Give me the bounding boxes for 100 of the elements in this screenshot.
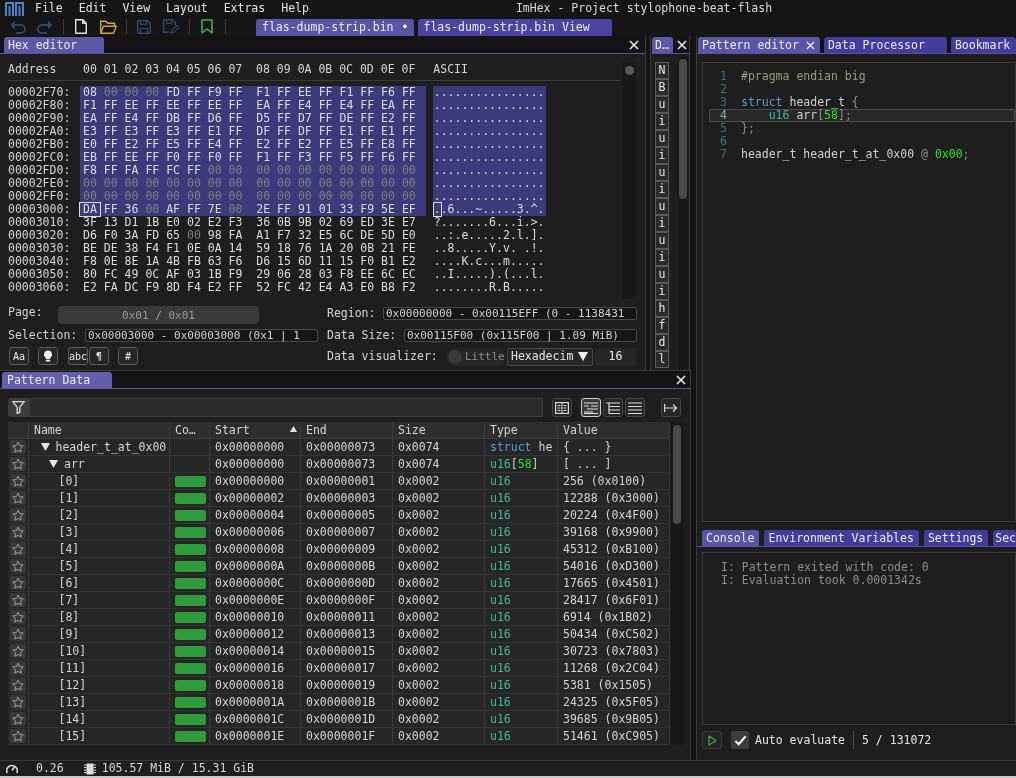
star-icon[interactable] xyxy=(10,661,26,675)
close-icon[interactable] xyxy=(629,39,639,50)
letter-button[interactable]: i xyxy=(655,181,669,198)
folder-icon[interactable] xyxy=(99,19,117,34)
bookmark-icon[interactable] xyxy=(201,19,213,34)
search-field[interactable] xyxy=(29,398,543,417)
toggle-button[interactable]: Aa xyxy=(9,347,29,365)
caret-down-icon[interactable] xyxy=(49,460,58,468)
letter-button[interactable]: u xyxy=(655,232,669,249)
letter-button[interactable]: h xyxy=(655,300,669,317)
star-icon[interactable] xyxy=(10,542,26,556)
letter-button[interactable]: N xyxy=(655,62,669,79)
tab[interactable]: Settings xyxy=(923,530,989,546)
endianness-toggle[interactable]: Little xyxy=(446,347,506,366)
name-text: arr xyxy=(64,457,85,471)
tab[interactable]: Console xyxy=(702,530,760,546)
star-icon[interactable] xyxy=(10,627,26,641)
scroll-thumb[interactable] xyxy=(624,66,634,75)
format-dropdown[interactable]: Hexadecim xyxy=(507,347,593,366)
letter-button[interactable]: u xyxy=(655,198,669,215)
tab[interactable]: Environment Variables xyxy=(764,530,919,546)
hint-button[interactable] xyxy=(38,347,58,365)
letter-button[interactable]: u xyxy=(655,164,669,181)
menu-item[interactable]: View xyxy=(114,2,159,15)
panel-tab[interactable]: Hex editor xyxy=(4,37,104,53)
view-button[interactable] xyxy=(552,398,572,417)
view-button[interactable] xyxy=(603,398,623,417)
tab[interactable]: Sec xyxy=(993,530,1016,546)
star-icon[interactable] xyxy=(10,644,26,658)
file-tab[interactable]: flas-dump-strip.bin View xyxy=(417,19,612,36)
region-field[interactable]: 0x00000000 - 0x00115EFF (0 - 1138431 xyxy=(383,307,637,320)
letter-button[interactable]: u xyxy=(655,96,669,113)
menu-item[interactable]: Layout xyxy=(158,2,216,15)
data-size-field[interactable]: 0x00115F00 (0x115F00 | 1.09 MiB) xyxy=(404,329,637,342)
star-icon[interactable] xyxy=(10,457,26,471)
toggle-button[interactable]: ¶ xyxy=(89,347,109,365)
panel-tab[interactable]: D… xyxy=(652,37,673,53)
letter-button[interactable]: B xyxy=(655,79,669,96)
tab[interactable]: Bookmark xyxy=(950,37,1016,53)
letter-button[interactable]: d xyxy=(655,334,669,351)
selection-field[interactable]: 0x00003000 - 0x00003000 (0x1 | 1 xyxy=(85,329,318,342)
end-address: 0x00000017 xyxy=(306,661,376,675)
field-label: Page: xyxy=(8,306,44,319)
tab[interactable]: Data Processor xyxy=(823,37,947,53)
star-icon[interactable] xyxy=(10,576,26,590)
file-icon[interactable] xyxy=(75,19,87,34)
star-icon[interactable] xyxy=(10,695,26,709)
row-ascii: ........R.B..... xyxy=(432,281,546,294)
view-button[interactable] xyxy=(625,398,645,417)
star-icon[interactable] xyxy=(10,712,26,726)
letter-button[interactable]: u xyxy=(655,130,669,147)
size-text: 0x0002 xyxy=(398,576,440,590)
tab[interactable]: Pattern editor xyxy=(698,37,820,53)
checkbox[interactable] xyxy=(731,731,749,749)
star-icon[interactable] xyxy=(10,729,26,743)
code-editor[interactable]: 1 #pragma endian big 2 3 struct header_t { 4 u16 arr[58]; 5 }; 6 7 header_t header_t_at_0x00 @ 0x00; xyxy=(702,62,1016,522)
file-tab[interactable]: flas-dump-strip.bin • xyxy=(256,19,414,36)
letter-button[interactable]: i xyxy=(655,113,669,130)
caret-down-icon[interactable] xyxy=(40,443,50,451)
star-icon[interactable] xyxy=(10,508,26,522)
page-field[interactable]: 0x01 / 0x01 xyxy=(58,306,259,324)
toggle-button[interactable]: # xyxy=(118,347,138,365)
star-icon[interactable] xyxy=(10,440,26,454)
close-icon[interactable] xyxy=(677,39,687,50)
star-icon[interactable] xyxy=(10,474,26,488)
letter-button[interactable]: i xyxy=(655,283,669,300)
row-ascii: ................ xyxy=(432,151,546,164)
menu-item[interactable]: File xyxy=(27,2,71,15)
row-ascii: ................ xyxy=(432,112,546,125)
filter-button[interactable] xyxy=(8,398,29,417)
toggle-button[interactable]: abc xyxy=(68,347,88,365)
letter-button[interactable]: i xyxy=(655,147,669,164)
pattern-count: 5 / 131072 xyxy=(862,733,932,747)
row-address: 00002FD0: xyxy=(8,164,72,177)
letter-button[interactable]: i xyxy=(655,215,669,232)
letter-button[interactable]: u xyxy=(655,266,669,283)
star-icon[interactable] xyxy=(10,525,26,539)
letter-button[interactable]: l xyxy=(655,351,669,368)
run-button[interactable] xyxy=(702,731,722,749)
star-icon[interactable] xyxy=(10,610,26,624)
star-icon[interactable] xyxy=(10,559,26,573)
close-icon[interactable] xyxy=(676,374,686,385)
letter-button[interactable]: f xyxy=(655,317,669,334)
scroll-thumb[interactable] xyxy=(679,59,687,199)
star-icon[interactable] xyxy=(10,491,26,505)
letter-button[interactable]: i xyxy=(655,249,669,266)
expand-button[interactable] xyxy=(661,398,681,417)
name-text: [10] xyxy=(58,644,87,658)
type-text: u16 xyxy=(490,644,511,658)
star-icon[interactable] xyxy=(10,678,26,692)
menu-item[interactable]: Extras xyxy=(215,2,274,15)
name-text: [9] xyxy=(58,627,80,641)
menu-item[interactable]: Help xyxy=(273,2,317,15)
panel-tab[interactable]: Pattern Data xyxy=(2,372,112,388)
star-icon[interactable] xyxy=(10,593,26,607)
name-text: [11] xyxy=(58,661,87,675)
scroll-thumb[interactable] xyxy=(673,425,681,524)
name-text: [5] xyxy=(58,559,80,573)
number-field[interactable]: 16 xyxy=(595,347,636,366)
menu-item[interactable]: Edit xyxy=(70,2,115,15)
